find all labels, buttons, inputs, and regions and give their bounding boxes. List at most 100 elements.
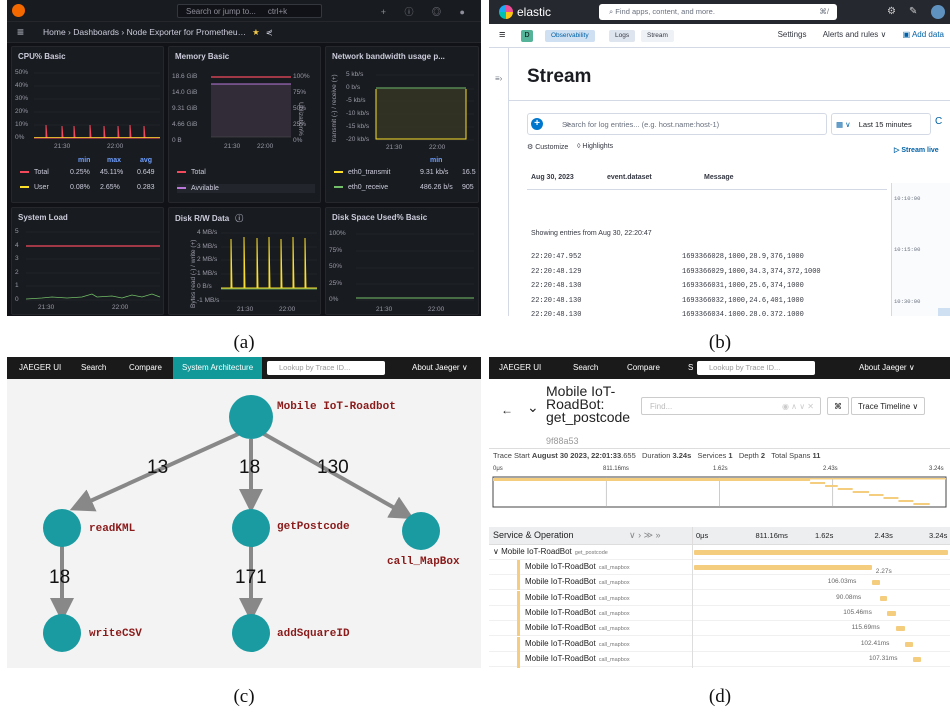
help-icon[interactable]: ⚙: [887, 6, 896, 17]
global-search-input[interactable]: ⌕ Find apps, content, and more. ⌘/: [599, 4, 837, 20]
span-row[interactable]: Mobile IoT-RoadBot call_mapbox 105.46ms: [489, 605, 950, 621]
node-label[interactable]: writeCSV: [89, 628, 142, 640]
node-label[interactable]: Mobile IoT-Roadbot: [277, 401, 396, 413]
time-picker[interactable]: ▦ ∨ Last 15 minutes: [831, 113, 931, 135]
edge-count: 18: [239, 457, 261, 478]
span-bar: [887, 610, 896, 616]
elastic-logo-icon[interactable]: [499, 5, 513, 19]
alerts-link[interactable]: Alerts and rules ∨: [823, 30, 887, 39]
expand-collapse-icons[interactable]: ∨ › ≫ »: [629, 530, 661, 541]
panel-disk-space[interactable]: Disk Space Used% Basic 100% 75% 50% 25% 0% 2…: [325, 207, 479, 315]
legend-item-available[interactable]: Avvilable: [177, 184, 315, 193]
stream-live-button[interactable]: ▷ Stream live: [894, 146, 939, 154]
span-service: Mobile IoT-RoadBot call_mapbox: [525, 607, 630, 617]
add-filter-button[interactable]: +: [531, 118, 543, 130]
minimap-span: [825, 485, 838, 487]
panel-system-load[interactable]: System Load 543210 21:30 22:00: [11, 207, 164, 315]
view-selector[interactable]: Trace Timeline ∨: [851, 397, 926, 415]
node-label[interactable]: addSquareID: [277, 628, 350, 640]
legend-header: avg: [140, 157, 153, 164]
highlights-button[interactable]: ◊ Highlights: [577, 143, 613, 150]
collapse-chevron-icon[interactable]: ⌄: [527, 399, 539, 416]
span-row[interactable]: Mobile IoT-RoadBot call_mapbox 102.41ms: [489, 636, 950, 652]
grafana-search-input[interactable]: Search or jump to... ctrl+k: [177, 4, 322, 18]
elastic-topbar: elastic ⌕ Find apps, content, and more. ⌘…: [489, 0, 950, 24]
log-message[interactable]: 1693366032,1000,24.6,401,1000: [682, 297, 804, 305]
about-jaeger-menu[interactable]: About Jaeger ∨: [859, 363, 915, 372]
legend-item-transmit[interactable]: eth0_transmit: [334, 169, 390, 176]
keyboard-shortcuts-button[interactable]: ⌘: [827, 397, 849, 415]
nav-system-architecture[interactable]: S: [688, 363, 693, 372]
node-label[interactable]: getPostcode: [277, 521, 350, 533]
grafana-topbar: Search or jump to... ctrl+k + ⓘ ◎ ●: [7, 0, 481, 22]
log-message[interactable]: 1693366031,1000,25.6,374,1000: [682, 282, 804, 290]
log-search-input[interactable]: Search for log entries... (e.g. host.nam…: [527, 113, 827, 135]
node-label[interactable]: call_MapBox: [387, 556, 460, 568]
back-icon[interactable]: ←: [501, 403, 513, 417]
breadcrumb-text[interactable]: Home › Dashboards › Node Exporter for Pr…: [43, 27, 246, 37]
x-tick: 21:30: [237, 306, 254, 313]
trace-id-search-input[interactable]: Lookup by Trace ID...: [697, 361, 815, 375]
minimap-tick: 10:15:00: [894, 246, 921, 253]
jaeger-trace-timeline: JAEGER UI Search Compare S Lookup by Tra…: [489, 357, 950, 668]
span-row[interactable]: Mobile IoT-RoadBotcall_mapbox107.81ms: [489, 667, 950, 668]
nav-search[interactable]: Search: [573, 363, 598, 372]
refresh-icon[interactable]: C: [935, 116, 942, 127]
legend-item-receive[interactable]: eth0_receive: [334, 184, 388, 191]
legend-item-user[interactable]: User: [20, 184, 49, 191]
log-message[interactable]: 1693366034,1000,28.0,372,1000: [682, 311, 804, 316]
jaeger-brand[interactable]: JAEGER UI: [499, 363, 541, 372]
avatar[interactable]: [931, 5, 945, 19]
x-tick: 22:00: [279, 306, 296, 313]
minimap-span: [883, 497, 899, 499]
panel-disk-rw[interactable]: Disk R/W Data ⓘ 4 MB/s 3 MB/s 2 MB/s 1 MB/s 0…: [168, 207, 321, 315]
minimap-span: [810, 482, 826, 484]
crumb-logs[interactable]: Logs: [609, 30, 636, 42]
panel-memory[interactable]: Memory Basic 18.6 GiB 14.0 GiB 9.31 GiB 4.6…: [168, 46, 321, 203]
legend-item-total[interactable]: Total: [20, 169, 49, 176]
find-input[interactable]: Find... ◉ ∧ ∨ ✕: [641, 397, 821, 415]
span-row[interactable]: Mobile IoT-RoadBot call_mapbox 90.08ms: [489, 590, 950, 606]
trace-minimap[interactable]: 0μs 811.16ms 1.62s 2.43s 3.24s: [492, 465, 948, 521]
span-indent-marker: [517, 621, 520, 637]
crumb-stream[interactable]: Stream: [641, 30, 674, 42]
jaeger-topbar: JAEGER UI Search Compare S Lookup by Tra…: [489, 357, 950, 379]
nav-compare[interactable]: Compare: [627, 363, 660, 372]
space-badge[interactable]: D: [521, 30, 533, 42]
span-row[interactable]: Mobile IoT-RoadBot call_mapbox 107.31ms: [489, 651, 950, 667]
span-row-root[interactable]: ∨ Mobile IoT-RoadBot get_postcode: [489, 545, 950, 560]
span-row[interactable]: Mobile IoT-RoadBot call_mapbox 115.69ms: [489, 621, 950, 637]
legend-value: 2.65%: [100, 184, 120, 191]
legend-item-total[interactable]: Total: [177, 169, 206, 176]
grafana-topbar-icons[interactable]: + ⓘ ◎ ●: [381, 5, 473, 18]
customize-button[interactable]: ⚙ Customize: [527, 143, 568, 151]
menu-icon[interactable]: ≡: [499, 29, 505, 41]
span-bar: [912, 656, 922, 662]
add-data-link[interactable]: ▣ Add data: [903, 30, 944, 39]
x-tick: 21:30: [224, 143, 241, 150]
menu-icon[interactable]: ≡: [17, 25, 24, 39]
span-row[interactable]: Mobile IoT-RoadBot call_mapbox 106.03ms: [489, 575, 950, 591]
minimap-span: [898, 500, 914, 502]
panel-cpu[interactable]: CPU% Basic 50% 40% 30% 20% 10% 0% 21:30 22:00…: [11, 46, 164, 203]
span-duration: 90.08ms: [836, 593, 862, 601]
minimap[interactable]: 10:10:00 10:15:00 10:30:00: [891, 183, 950, 316]
crumb-observability[interactable]: Observability: [545, 30, 595, 42]
log-message[interactable]: 1693366029,1000,34.3,374,372,1000: [682, 268, 821, 276]
star-icon[interactable]: ★: [252, 27, 260, 37]
panel-network[interactable]: Network bandwidth usage p... 5 kb/s 0 b/s…: [325, 46, 479, 203]
legend-value: 0.08%: [70, 184, 90, 191]
load-plot: [25, 231, 161, 301]
settings-link[interactable]: Settings: [778, 30, 807, 39]
log-message[interactable]: 1693366028,1000,28.9,376,1000: [682, 253, 804, 261]
node-root: [229, 395, 273, 439]
span-row[interactable]: Mobile IoT-RoadBot call_mapbox 2.27s: [489, 560, 950, 575]
collapse-nav-icon[interactable]: ≡›: [489, 48, 509, 316]
node-label[interactable]: readKML: [89, 523, 135, 535]
trace-title: Mobile IoT-RoadBot: get_postcode: [546, 383, 631, 425]
span-duration: 102.41ms: [860, 639, 890, 647]
grafana-logo-icon[interactable]: [12, 4, 25, 17]
x-tick: 22:00: [112, 304, 129, 311]
share-icon[interactable]: ⋞: [266, 27, 273, 37]
news-icon[interactable]: ✎: [909, 6, 917, 17]
